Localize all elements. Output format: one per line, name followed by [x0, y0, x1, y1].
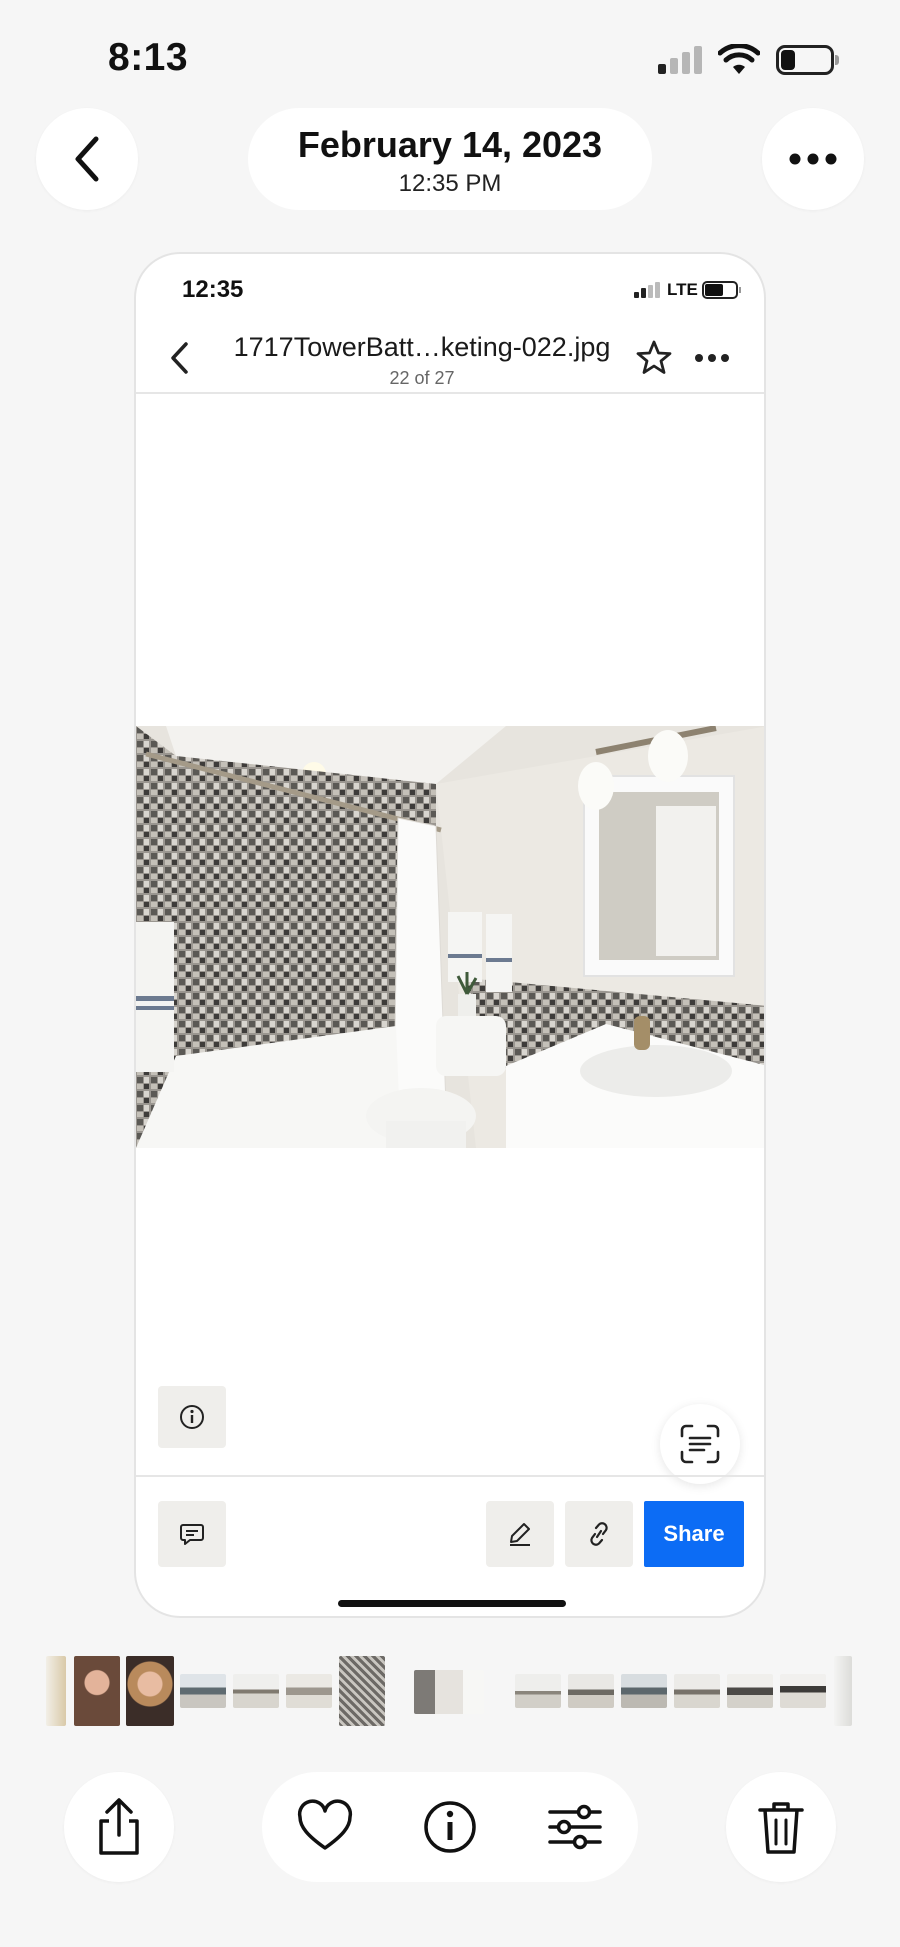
inner-battery-icon [702, 281, 742, 299]
thumbnail-current[interactable] [414, 1670, 484, 1714]
delete-button[interactable] [726, 1772, 836, 1882]
info-button[interactable] [158, 1386, 226, 1448]
photo-date: February 14, 2023 [297, 124, 603, 165]
file-more-icon[interactable] [692, 348, 732, 368]
wifi-icon [718, 44, 760, 74]
sliders-icon[interactable] [546, 1798, 604, 1856]
file-header: 1717TowerBatt…keting-022.jpg 22 of 27 [136, 324, 764, 394]
thumbnail[interactable] [74, 1656, 120, 1726]
inner-status-time: 12:35 [182, 276, 244, 303]
thumbnail[interactable] [780, 1674, 826, 1708]
thumbnail[interactable] [621, 1674, 667, 1708]
scan-text-button[interactable] [660, 1404, 740, 1484]
comment-button[interactable] [158, 1501, 226, 1567]
thumbnail[interactable] [727, 1674, 773, 1708]
thumbnail[interactable] [339, 1656, 385, 1726]
thumbnail[interactable] [515, 1674, 561, 1708]
share-button-bottom[interactable] [64, 1772, 174, 1882]
info-icon [180, 1405, 204, 1429]
more-options-button[interactable] [762, 108, 864, 210]
comment-icon [180, 1524, 204, 1545]
back-button[interactable] [36, 108, 138, 210]
ellipsis-icon [789, 153, 837, 165]
thumbnail-strip[interactable] [0, 1656, 900, 1728]
trash-icon [758, 1802, 804, 1854]
link-icon [590, 1522, 608, 1546]
thumbnail[interactable] [180, 1674, 226, 1708]
edit-button[interactable] [486, 1501, 554, 1567]
status-time: 8:13 [108, 36, 189, 79]
photo-actions-pill [262, 1772, 638, 1882]
copy-link-button[interactable] [565, 1501, 633, 1567]
photo-content[interactable]: 12:35 LTE 1717TowerBatt…keting-022.jpg 2… [134, 252, 766, 1618]
chevron-left-icon [75, 136, 99, 182]
info-icon[interactable] [421, 1798, 479, 1856]
divider [136, 1475, 764, 1477]
share-button[interactable]: Share [644, 1501, 744, 1567]
file-position: 22 of 27 [389, 368, 455, 388]
bathroom-illustration [136, 726, 764, 1148]
home-indicator [338, 1600, 566, 1607]
date-time-pill: February 14, 2023 12:35 PM [248, 108, 652, 210]
photo-time: 12:35 PM [398, 170, 502, 197]
scan-text-icon [680, 1424, 720, 1464]
thumbnail[interactable] [126, 1656, 174, 1726]
thumbnail[interactable] [233, 1674, 279, 1708]
thumbnail[interactable] [834, 1656, 852, 1726]
bathroom-photo[interactable] [136, 726, 764, 1148]
thumbnail[interactable] [46, 1656, 66, 1726]
thumbnail[interactable] [568, 1674, 614, 1708]
status-bar: 8:13 [0, 0, 900, 110]
battery-icon [776, 45, 840, 75]
cellular-signal-icon [658, 46, 704, 74]
inner-signal-icon [634, 282, 664, 298]
share-icon [99, 1798, 139, 1855]
file-back-icon[interactable] [164, 338, 194, 378]
star-icon[interactable] [634, 338, 674, 378]
file-name: 1717TowerBatt…keting-022.jpg [233, 332, 611, 362]
heart-icon[interactable] [296, 1798, 354, 1856]
network-type: LTE [667, 280, 698, 299]
thumbnail[interactable] [674, 1674, 720, 1708]
pencil-icon [510, 1523, 530, 1546]
thumbnail[interactable] [286, 1674, 332, 1708]
